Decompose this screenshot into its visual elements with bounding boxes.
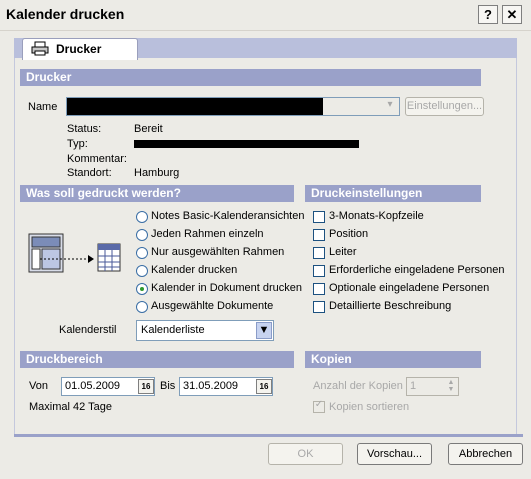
help-button[interactable]: ?	[478, 5, 498, 24]
comment-label: Kommentar:	[67, 153, 127, 165]
location-value: Hamburg	[134, 167, 180, 179]
from-label: Von	[29, 380, 48, 392]
radio-label-selected-documents: Ausgewählte Dokumente	[151, 300, 274, 312]
calendar-icon[interactable]: 16	[138, 379, 154, 394]
calendar-style-label: Kalenderstil	[59, 324, 117, 336]
checkbox-leader[interactable]	[313, 247, 325, 259]
max-days-note: Maximal 42 Tage	[29, 401, 112, 413]
status-label: Status:	[67, 123, 102, 135]
to-date-value: 31.05.2009	[183, 380, 239, 392]
checkbox-label-detailed-description: Detaillierte Beschreibung	[329, 300, 452, 312]
radio-label-each-frame: Jeden Rahmen einzeln	[151, 228, 264, 240]
chevron-down-icon: ▾	[387, 99, 393, 110]
close-button[interactable]: ✕	[502, 5, 522, 24]
checkbox-label-optional-invitees: Optionale eingeladene Personen	[329, 282, 490, 294]
calendar-style-value: Kalenderliste	[141, 324, 205, 336]
radio-label-print-calendar: Kalender drucken	[151, 264, 238, 276]
copies-count-value: 1	[410, 380, 417, 392]
section-header-copies: Kopien	[305, 351, 481, 368]
radio-selected-frame[interactable]	[136, 247, 148, 259]
calendar-icon[interactable]: 16	[256, 379, 272, 394]
printer-icon	[31, 41, 49, 56]
window-title: Kalender drucken	[6, 6, 125, 22]
section-header-what: Was soll gedruckt werden?	[20, 185, 294, 202]
ok-button[interactable]: OK	[268, 443, 343, 465]
radio-notes-views[interactable]	[136, 211, 148, 223]
to-label: Bis	[160, 380, 176, 392]
redacted-printer-name	[67, 98, 323, 115]
section-header-range: Druckbereich	[20, 351, 294, 368]
from-date-value: 01.05.2009	[65, 380, 121, 392]
radio-label-selected-frame: Nur ausgewählten Rahmen	[151, 246, 285, 258]
radio-label-calendar-in-document: Kalender in Dokument drucken	[151, 282, 303, 294]
status-value: Bereit	[134, 123, 163, 135]
section-header-settings: Druckeinstellungen	[305, 185, 481, 202]
radio-each-frame[interactable]	[136, 229, 148, 241]
radio-label-notes-views: Notes Basic-Kalenderansichten	[151, 210, 305, 222]
radio-calendar-in-document[interactable]	[136, 283, 148, 295]
radio-print-calendar[interactable]	[136, 265, 148, 277]
redacted-printer-type	[134, 140, 359, 148]
tab-label: Drucker	[56, 42, 102, 56]
checkbox-3-month-header[interactable]	[313, 211, 325, 223]
checkbox-position[interactable]	[313, 229, 325, 241]
divider	[14, 434, 523, 437]
checkbox-label-leader: Leiter	[329, 246, 357, 258]
printer-name-label: Name	[28, 101, 58, 113]
section-header-printer: Drucker	[20, 69, 481, 86]
checkbox-optional-invitees[interactable]	[313, 283, 325, 295]
spinner-arrows-icon[interactable]: ▲ ▼	[445, 379, 457, 394]
calendar-print-illustration-icon	[28, 233, 121, 273]
sort-copies-label: Kopien sortieren	[329, 401, 410, 413]
checkmark-icon: ✓	[314, 399, 324, 410]
settings-button[interactable]: Einstellungen...	[405, 97, 484, 116]
location-label: Standort:	[67, 167, 112, 179]
checkbox-detailed-description[interactable]	[313, 301, 325, 313]
cancel-button[interactable]: Abbrechen	[448, 443, 523, 465]
checkbox-label-3-month-header: 3-Monats-Kopfzeile	[329, 210, 424, 222]
radio-selected-documents[interactable]	[136, 301, 148, 313]
checkbox-required-invitees[interactable]	[313, 265, 325, 277]
copies-count-label: Anzahl der Kopien	[313, 380, 403, 392]
type-label: Typ:	[67, 138, 88, 150]
preview-button[interactable]: Vorschau...	[357, 443, 432, 465]
checkbox-label-position: Position	[329, 228, 369, 240]
checkbox-label-required-invitees: Erforderliche eingeladene Personen	[329, 264, 505, 276]
chevron-down-icon[interactable]: ▼	[256, 322, 272, 339]
